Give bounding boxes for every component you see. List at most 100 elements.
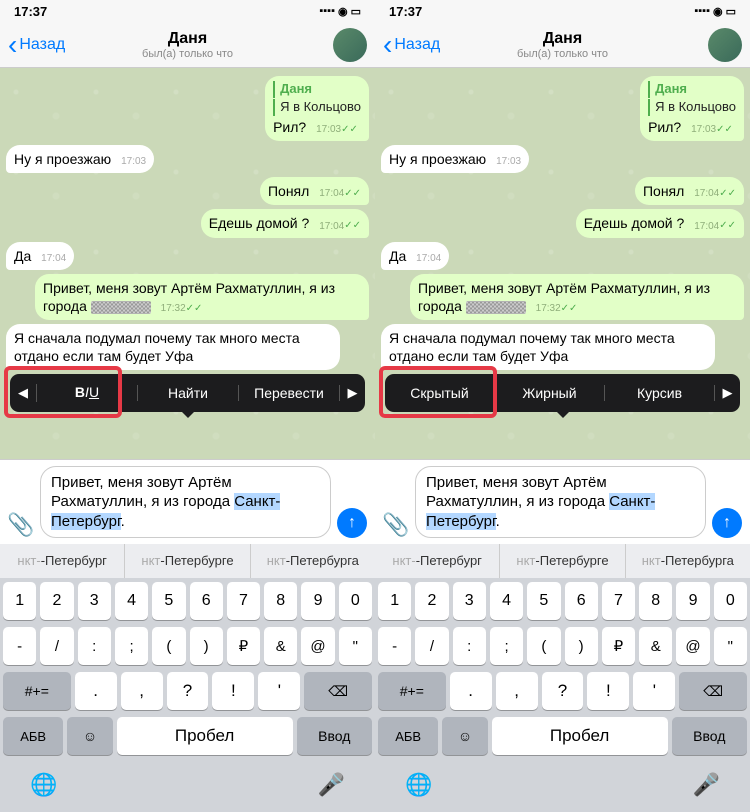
back-button[interactable]: Назад bbox=[8, 36, 65, 54]
key-sym[interactable]: " bbox=[339, 627, 372, 665]
message-out[interactable]: Понял 17:04✓✓ bbox=[635, 177, 744, 205]
translate-button[interactable]: Перевести bbox=[238, 385, 339, 401]
message-in[interactable]: Ну я проезжаю 17:03 bbox=[6, 145, 154, 173]
suggestion[interactable]: нкт--Петербург bbox=[375, 544, 500, 578]
chat-title-wrap[interactable]: Даня был(а) только что bbox=[517, 30, 608, 60]
key-sym[interactable]: - bbox=[378, 627, 411, 665]
key-8[interactable]: 8 bbox=[264, 582, 297, 620]
key-3[interactable]: 3 bbox=[453, 582, 486, 620]
key-1[interactable]: 1 bbox=[3, 582, 36, 620]
globe-icon[interactable]: 🌐 bbox=[30, 772, 57, 798]
suggestion[interactable]: нкт-Петербурга bbox=[626, 544, 750, 578]
key-6[interactable]: 6 bbox=[565, 582, 598, 620]
key-7[interactable]: 7 bbox=[602, 582, 635, 620]
menu-next-icon[interactable]: ▶ bbox=[714, 385, 740, 401]
key-7[interactable]: 7 bbox=[227, 582, 260, 620]
emoji-key[interactable]: ☺ bbox=[67, 717, 112, 755]
key-punct[interactable]: . bbox=[450, 672, 492, 710]
key-9[interactable]: 9 bbox=[676, 582, 709, 620]
space-key[interactable]: Пробел bbox=[117, 717, 293, 755]
message-out[interactable]: Привет, меня зовут Артём Рахматуллин, я … bbox=[410, 274, 744, 320]
key-punct[interactable]: ! bbox=[212, 672, 254, 710]
message-out[interactable]: Едешь домой ? 17:04✓✓ bbox=[201, 209, 369, 237]
key-sym[interactable]: ) bbox=[190, 627, 223, 665]
key-3[interactable]: 3 bbox=[78, 582, 111, 620]
key-punct[interactable]: , bbox=[496, 672, 538, 710]
suggestion[interactable]: нкт-Петербурга bbox=[251, 544, 375, 578]
chat-area[interactable]: Даня Я в Кольцово Рил? 17:03✓✓ Ну я прое… bbox=[0, 68, 375, 459]
key-punct[interactable]: ' bbox=[258, 672, 300, 710]
message-out[interactable]: Даня Я в Кольцово Рил? 17:03✓✓ bbox=[640, 76, 744, 141]
key-punct[interactable]: ! bbox=[587, 672, 629, 710]
message-out[interactable]: Едешь домой ? 17:04✓✓ bbox=[576, 209, 744, 237]
key-sym[interactable]: & bbox=[264, 627, 297, 665]
format-italic-button[interactable]: Курсив bbox=[604, 385, 714, 401]
message-out[interactable]: Привет, меня зовут Артём Рахматуллин, я … bbox=[35, 274, 369, 320]
enter-key[interactable]: Ввод bbox=[672, 717, 747, 755]
message-input[interactable]: Привет, меня зовут Артём Рахматуллин, я … bbox=[40, 466, 331, 539]
key-4[interactable]: 4 bbox=[490, 582, 523, 620]
key-4[interactable]: 4 bbox=[115, 582, 148, 620]
key-2[interactable]: 2 bbox=[415, 582, 448, 620]
suggestion[interactable]: нкт--Петербург bbox=[0, 544, 125, 578]
message-in[interactable]: Ну я проезжаю 17:03 bbox=[381, 145, 529, 173]
message-in[interactable]: Я сначала подумал почему так много места… bbox=[6, 324, 340, 370]
message-in[interactable]: Я сначала подумал почему так много места… bbox=[381, 324, 715, 370]
key-0[interactable]: 0 bbox=[714, 582, 747, 620]
message-out[interactable]: Даня Я в Кольцово Рил? 17:03✓✓ bbox=[265, 76, 369, 141]
suggestion[interactable]: нкт-Петербурге bbox=[500, 544, 625, 578]
chat-area[interactable]: Даня Я в Кольцово Рил? 17:03✓✓ Ну я прое… bbox=[375, 68, 750, 459]
key-punct[interactable]: ? bbox=[167, 672, 209, 710]
avatar[interactable] bbox=[333, 28, 367, 62]
key-sym[interactable]: & bbox=[639, 627, 672, 665]
back-button[interactable]: Назад bbox=[383, 36, 440, 54]
message-input[interactable]: Привет, меня зовут Артём Рахматуллин, я … bbox=[415, 466, 706, 539]
key-sym[interactable]: : bbox=[453, 627, 486, 665]
key-9[interactable]: 9 bbox=[301, 582, 334, 620]
chat-title-wrap[interactable]: Даня был(а) только что bbox=[142, 30, 233, 60]
backspace-key[interactable]: ⌫ bbox=[304, 672, 372, 710]
key-punct[interactable]: . bbox=[75, 672, 117, 710]
key-sym[interactable]: " bbox=[714, 627, 747, 665]
abc-key[interactable]: АБВ bbox=[378, 717, 438, 755]
key-punct[interactable]: ' bbox=[633, 672, 675, 710]
key-sym[interactable]: ₽ bbox=[227, 627, 260, 665]
shift-symbols-key[interactable]: #+= bbox=[3, 672, 71, 710]
space-key[interactable]: Пробел bbox=[492, 717, 668, 755]
format-spoiler-button[interactable]: Скрытый bbox=[385, 385, 494, 401]
key-sym[interactable]: ; bbox=[115, 627, 148, 665]
key-sym[interactable]: / bbox=[415, 627, 448, 665]
key-sym[interactable]: ) bbox=[565, 627, 598, 665]
abc-key[interactable]: АБВ bbox=[3, 717, 63, 755]
globe-icon[interactable]: 🌐 bbox=[405, 772, 432, 798]
key-8[interactable]: 8 bbox=[639, 582, 672, 620]
menu-prev-icon[interactable]: ◀ bbox=[10, 385, 36, 401]
key-6[interactable]: 6 bbox=[190, 582, 223, 620]
attach-icon[interactable]: 📎 bbox=[8, 512, 34, 538]
send-button[interactable]: ↑ bbox=[337, 508, 367, 538]
spoiler-icon[interactable] bbox=[466, 301, 526, 314]
enter-key[interactable]: Ввод bbox=[297, 717, 372, 755]
send-button[interactable]: ↑ bbox=[712, 508, 742, 538]
key-sym[interactable]: ₽ bbox=[602, 627, 635, 665]
avatar[interactable] bbox=[708, 28, 742, 62]
format-biu-button[interactable]: BIU bbox=[36, 384, 137, 402]
message-out[interactable]: Понял 17:04✓✓ bbox=[260, 177, 369, 205]
suggestion[interactable]: нкт-Петербурге bbox=[125, 544, 250, 578]
key-sym[interactable]: @ bbox=[676, 627, 709, 665]
mic-icon[interactable]: 🎤 bbox=[693, 772, 720, 798]
shift-symbols-key[interactable]: #+= bbox=[378, 672, 446, 710]
attach-icon[interactable]: 📎 bbox=[383, 512, 409, 538]
backspace-key[interactable]: ⌫ bbox=[679, 672, 747, 710]
key-sym[interactable]: / bbox=[40, 627, 73, 665]
find-button[interactable]: Найти bbox=[137, 385, 238, 401]
key-sym[interactable]: ( bbox=[152, 627, 185, 665]
format-bold-button[interactable]: Жирный bbox=[494, 385, 604, 401]
key-0[interactable]: 0 bbox=[339, 582, 372, 620]
key-1[interactable]: 1 bbox=[378, 582, 411, 620]
key-sym[interactable]: : bbox=[78, 627, 111, 665]
message-in[interactable]: Да 17:04 bbox=[381, 242, 449, 270]
key-5[interactable]: 5 bbox=[152, 582, 185, 620]
key-5[interactable]: 5 bbox=[527, 582, 560, 620]
spoiler-icon[interactable] bbox=[91, 301, 151, 314]
